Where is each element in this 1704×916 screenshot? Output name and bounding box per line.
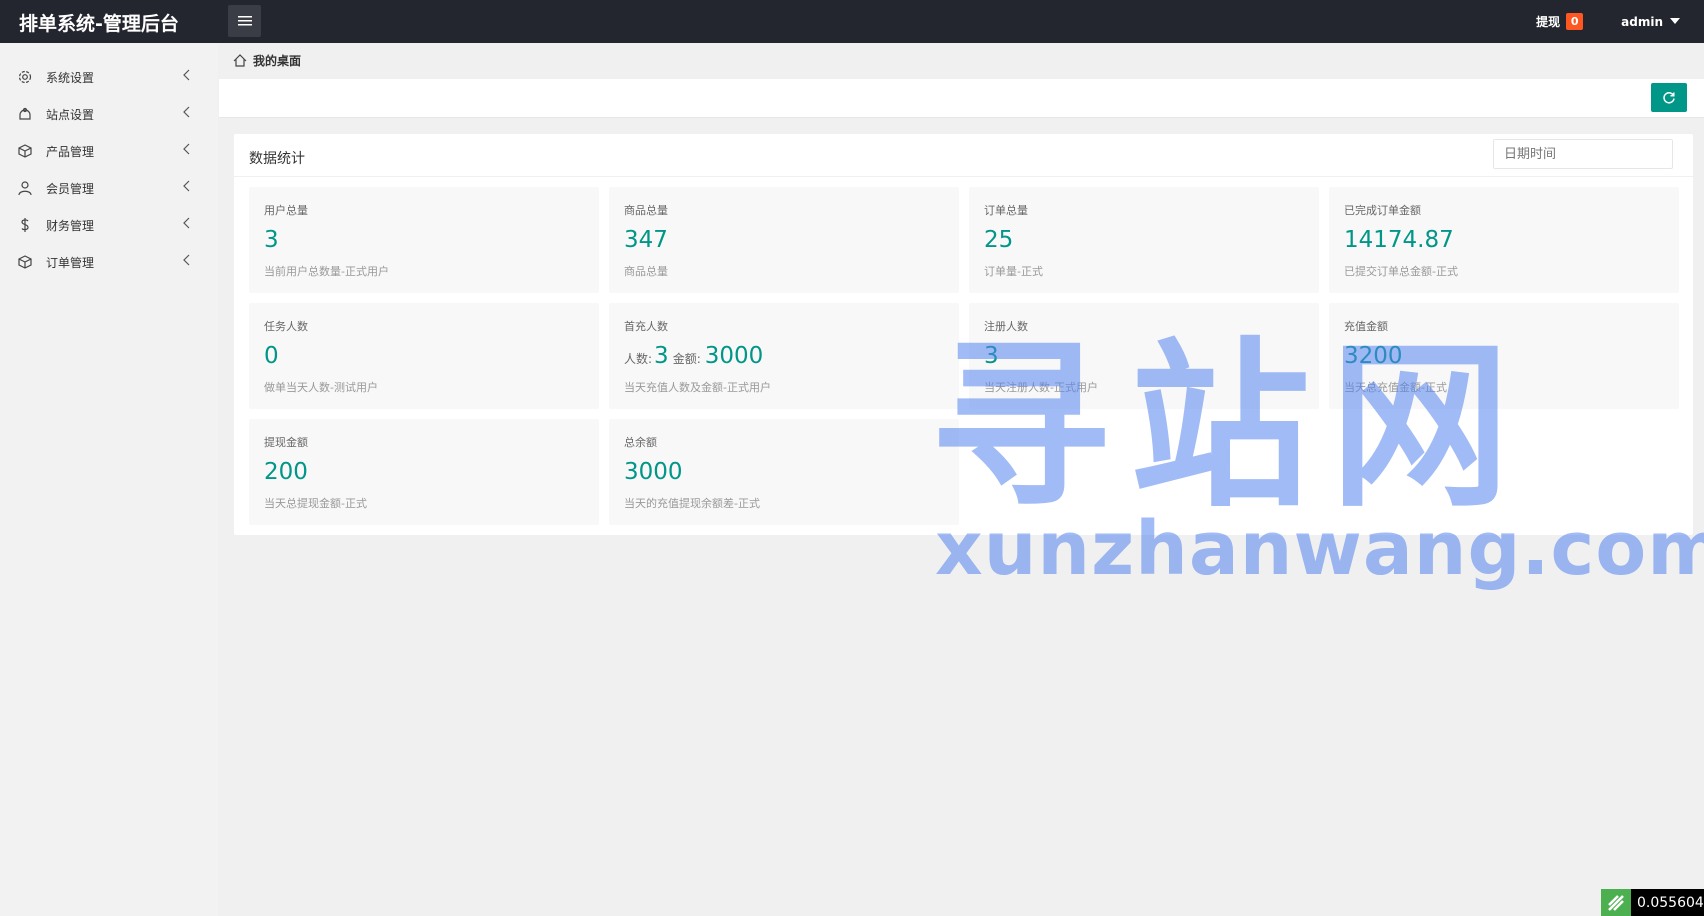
page-timer: 0.055604s [1601, 889, 1704, 916]
card-value: 25 [984, 227, 1014, 253]
thinkphp-logo-icon[interactable] [1601, 889, 1631, 916]
sidebar-item-label: 财务管理 [46, 219, 95, 233]
card-title: 用户总量 [264, 204, 308, 217]
stat-card-product-total: 商品总量 347 商品总量 [609, 187, 959, 293]
chevron-left-icon [183, 180, 190, 192]
site-icon [17, 106, 33, 122]
user-menu[interactable]: admin [1621, 15, 1680, 29]
top-header: 排单系统-管理后台 提现 0 admin [0, 0, 1704, 43]
menu-toggle-button[interactable] [228, 5, 261, 37]
card-title: 已完成订单金额 [1344, 204, 1421, 217]
sidebar-item-site-settings[interactable]: 站点设置 [0, 95, 218, 132]
breadcrumb: 我的桌面 [233, 52, 301, 69]
sidebar: 系统设置 站点设置 产品管理 会员管理 财务管理 订单管理 [0, 43, 218, 916]
chevron-left-icon [183, 106, 190, 118]
card-desc: 当天充值人数及金额-正式用户 [624, 381, 771, 394]
sidebar-item-product-management[interactable]: 产品管理 [0, 132, 218, 169]
card-desc: 做单当天人数-测试用户 [264, 381, 378, 394]
date-time-input[interactable] [1493, 139, 1673, 169]
timer-value: 0.055604s [1637, 894, 1704, 911]
card-value: 3 [984, 343, 999, 369]
stat-card-recharge-amount: 充值金额 3200 当天总充值金额-正式 [1329, 303, 1679, 409]
withdraw-label: 提现 [1536, 15, 1561, 29]
card-title: 商品总量 [624, 204, 668, 217]
stat-card-user-total: 用户总量 3 当前用户总数量-正式用户 [249, 187, 599, 293]
card-value: 347 [624, 227, 668, 253]
caret-down-icon [1670, 17, 1680, 24]
card-value: 3200 [1344, 343, 1403, 369]
card-desc: 订单量-正式 [984, 265, 1043, 278]
sidebar-item-label: 站点设置 [46, 108, 95, 122]
user-icon [17, 180, 33, 196]
card-value: 200 [264, 459, 308, 485]
card-desc: 当天总提现金额-正式 [264, 497, 367, 510]
stat-card-completed-order-amount: 已完成订单金额 14174.87 已提交订单总金额-正式 [1329, 187, 1679, 293]
stat-card-order-total: 订单总量 25 订单量-正式 [969, 187, 1319, 293]
sidebar-item-label: 产品管理 [46, 145, 95, 159]
chevron-left-icon [183, 69, 190, 81]
stats-panel: 数据统计 用户总量 3 当前用户总数量-正式用户 商品总量 347 商品总量 订… [234, 134, 1693, 535]
chevron-left-icon [183, 143, 190, 155]
chevron-left-icon [183, 217, 190, 229]
card-value: 3000 [624, 459, 683, 485]
refresh-button[interactable] [1651, 83, 1687, 112]
card-value: 14174.87 [1344, 227, 1454, 253]
withdraw-count-badge: 0 [1566, 13, 1584, 30]
card-value: 0 [264, 343, 279, 369]
card-desc: 当天的充值提现余额差-正式 [624, 497, 760, 510]
stat-card-total-balance: 总余额 3000 当天的充值提现余额差-正式 [609, 419, 959, 525]
sidebar-item-label: 订单管理 [46, 256, 95, 270]
card-desc: 当天总充值金额-正式 [1344, 381, 1447, 394]
people-value: 3 [654, 343, 669, 369]
card-title: 提现金额 [264, 436, 308, 449]
refresh-icon [1663, 91, 1675, 104]
people-label: 人数: [624, 352, 653, 366]
sidebar-item-label: 系统设置 [46, 71, 95, 85]
withdraw-link[interactable]: 提现 0 [1536, 13, 1584, 30]
stat-card-registered-people: 注册人数 3 当天注册人数-正式用户 [969, 303, 1319, 409]
panel-title: 数据统计 [249, 151, 305, 167]
dollar-icon [17, 217, 33, 233]
card-title: 总余额 [624, 436, 657, 449]
card-desc: 已提交订单总金额-正式 [1344, 265, 1458, 278]
hamburger-icon [237, 16, 252, 26]
user-name: admin [1621, 14, 1663, 29]
stat-card-first-recharge: 首充人数 人数: 3 金额: 3000 当天充值人数及金额-正式用户 [609, 303, 959, 409]
toolbar [219, 79, 1704, 118]
stat-card-withdraw-amount: 提现金额 200 当天总提现金额-正式 [249, 419, 599, 525]
amount-label: 金额: [672, 352, 701, 366]
breadcrumb-current[interactable]: 我的桌面 [253, 52, 301, 69]
card-value-group: 人数: 3 金额: 3000 [624, 343, 763, 369]
order-box-icon [17, 254, 33, 270]
sidebar-item-finance-management[interactable]: 财务管理 [0, 206, 218, 243]
chevron-left-icon [183, 254, 190, 266]
card-title: 充值金额 [1344, 320, 1388, 333]
card-desc: 当前用户总数量-正式用户 [264, 265, 389, 278]
app-title: 排单系统-管理后台 [19, 13, 179, 35]
amount-value: 3000 [704, 343, 764, 369]
card-title: 注册人数 [984, 320, 1028, 333]
sidebar-item-system-settings[interactable]: 系统设置 [0, 58, 218, 95]
stat-card-task-people: 任务人数 0 做单当天人数-测试用户 [249, 303, 599, 409]
sidebar-item-member-management[interactable]: 会员管理 [0, 169, 218, 206]
divider [234, 176, 1693, 177]
gear-icon [17, 69, 33, 85]
home-icon [233, 54, 247, 67]
sidebar-item-order-management[interactable]: 订单管理 [0, 243, 218, 280]
card-title: 首充人数 [624, 320, 668, 333]
card-title: 订单总量 [984, 204, 1028, 217]
card-desc: 商品总量 [624, 265, 668, 278]
card-value: 3 [264, 227, 279, 253]
card-desc: 当天注册人数-正式用户 [984, 381, 1098, 394]
card-title: 任务人数 [264, 320, 308, 333]
sidebar-item-label: 会员管理 [46, 182, 95, 196]
box-icon [17, 143, 33, 159]
